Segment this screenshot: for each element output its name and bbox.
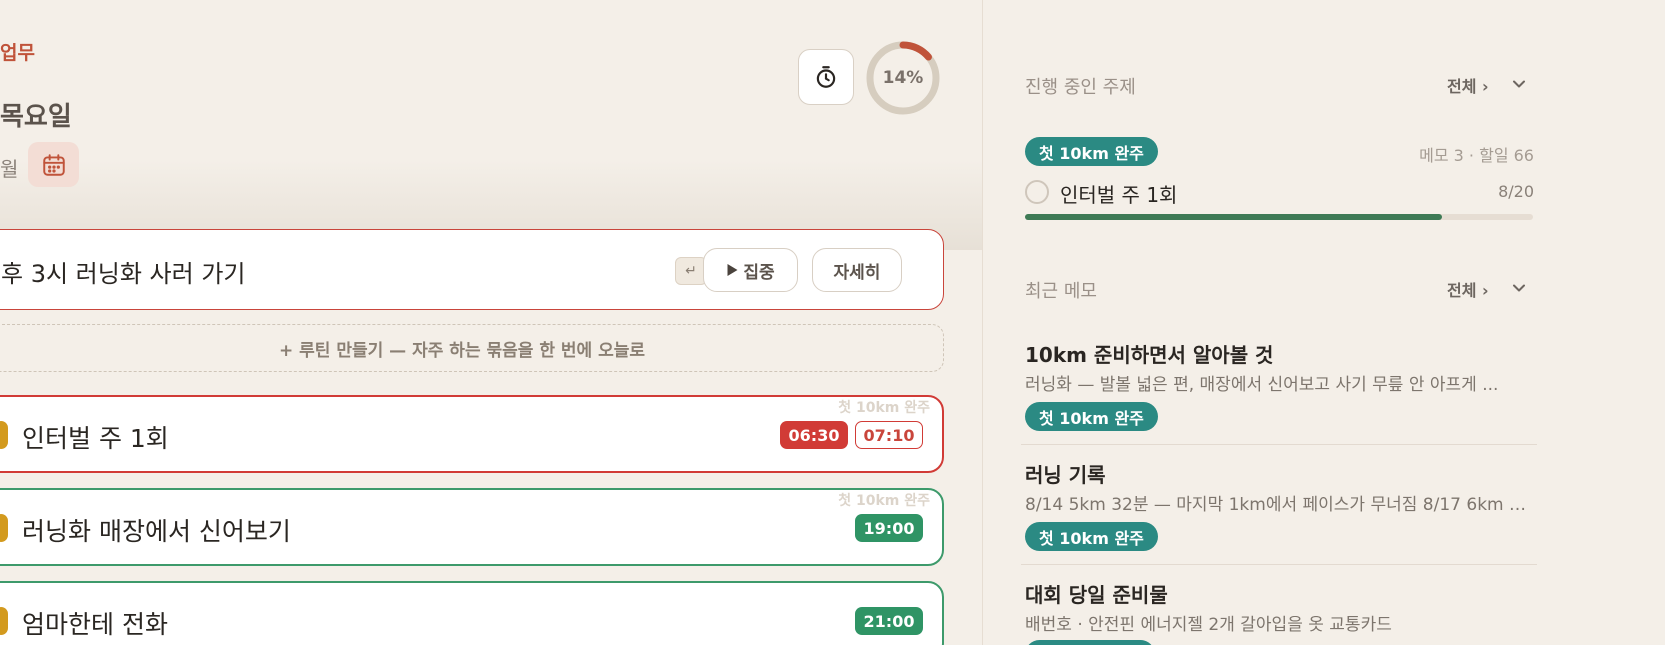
task-goal-label: 첫 10km 완주	[838, 493, 930, 509]
detail-button[interactable]: 자세히	[812, 248, 902, 292]
subtask-checkbox[interactable]	[1025, 180, 1049, 204]
today-pane: 업무 목요일 월 14% 후 3시 러닝화 사러 가기 ↵ 집중 자세히 + 루…	[0, 0, 982, 645]
month-label: 월	[0, 157, 19, 181]
memo-preview: 러닝화 — 발볼 넓은 편, 매장에서 신어보고 사기 무릎 안 아프게 ...	[1025, 375, 1499, 395]
topic-progress-track	[1025, 214, 1533, 220]
detail-button-label: 자세히	[833, 262, 881, 283]
focus-task-title: 후 3시 러닝화 사러 가기	[1, 260, 246, 288]
task-card[interactable]: 엄마한테 전화 21:00	[0, 581, 944, 645]
topic-progress-fill	[1025, 214, 1442, 220]
task-time: 19:00	[855, 514, 923, 542]
topic-meta: 메모 3 · 할일 66	[1419, 146, 1534, 165]
memo-title[interactable]: 대회 당일 준비물	[1025, 579, 1168, 608]
stopwatch-icon	[816, 66, 836, 88]
task-priority-marker	[0, 607, 8, 635]
timer-button[interactable]	[798, 49, 854, 105]
task-priority-marker	[0, 421, 8, 449]
task-card[interactable]: 러닝화 매장에서 신어보기 첫 10km 완주 19:00	[0, 488, 944, 566]
create-routine-label: + 루틴 만들기 — 자주 하는 묶음을 한 번에 오늘로	[278, 340, 646, 361]
memo-preview: 8/14 5km 32분 — 마지막 1km에서 페이스가 무너짐 8/17 6…	[1025, 495, 1535, 515]
subtask-count: 8/20	[1498, 182, 1534, 201]
task-title: 러닝화 매장에서 신어보기	[22, 517, 291, 546]
memo-separator	[1021, 564, 1537, 565]
topics-heading: 진행 중인 주제	[1025, 77, 1136, 98]
task-start-time: 06:30	[780, 421, 848, 449]
memos-heading: 최근 메모	[1025, 281, 1097, 302]
task-card[interactable]: 인터벌 주 1회 첫 10km 완주 06:30 07:10	[0, 395, 944, 473]
task-time: 21:00	[855, 607, 923, 635]
sidebar: 진행 중인 주제 전체 › 첫 10km 완주 메모 3 · 할일 66 인터벌…	[983, 0, 1665, 645]
memo-tag[interactable]: 첫 10km 완주	[1025, 402, 1158, 431]
memos-see-all-link[interactable]: 전체 ›	[1447, 277, 1489, 301]
chevron-down-icon[interactable]	[1511, 76, 1527, 92]
category-label: 업무	[0, 42, 35, 64]
topic-tag[interactable]: 첫 10km 완주	[1025, 137, 1158, 166]
calendar-icon	[42, 153, 65, 176]
play-icon	[727, 264, 738, 276]
task-end-time: 07:10	[855, 421, 923, 449]
memo-title[interactable]: 러닝 기록	[1025, 459, 1106, 488]
create-routine-button[interactable]: + 루틴 만들기 — 자주 하는 묶음을 한 번에 오늘로	[0, 324, 944, 372]
memo-preview: 배번호 · 안전핀 에너지젤 2개 갈아입을 옷 교통카드	[1025, 615, 1392, 635]
calendar-button[interactable]	[28, 142, 79, 187]
task-title: 엄마한테 전화	[22, 610, 168, 639]
memo-tag[interactable]: 첫 10km 완주	[1025, 522, 1158, 551]
topics-see-all-link[interactable]: 전체 ›	[1447, 73, 1489, 97]
focus-button-label: 집중	[743, 262, 775, 283]
progress-percent-label: 14%	[882, 68, 924, 88]
focus-task-card[interactable]: 후 3시 러닝화 사러 가기 ↵ 집중 자세히	[0, 229, 944, 310]
memo-tag-partial[interactable]	[1025, 640, 1155, 645]
chevron-down-icon[interactable]	[1511, 280, 1527, 296]
weekday-heading: 목요일	[0, 102, 72, 132]
focus-button[interactable]: 집중	[703, 248, 798, 292]
memo-separator	[1021, 444, 1537, 445]
subtask-title: 인터벌 주 1회	[1060, 183, 1178, 207]
task-goal-label: 첫 10km 완주	[838, 400, 930, 416]
memo-title[interactable]: 10km 준비하면서 알아볼 것	[1025, 339, 1273, 368]
task-priority-marker	[0, 514, 8, 542]
task-title: 인터벌 주 1회	[22, 424, 169, 453]
